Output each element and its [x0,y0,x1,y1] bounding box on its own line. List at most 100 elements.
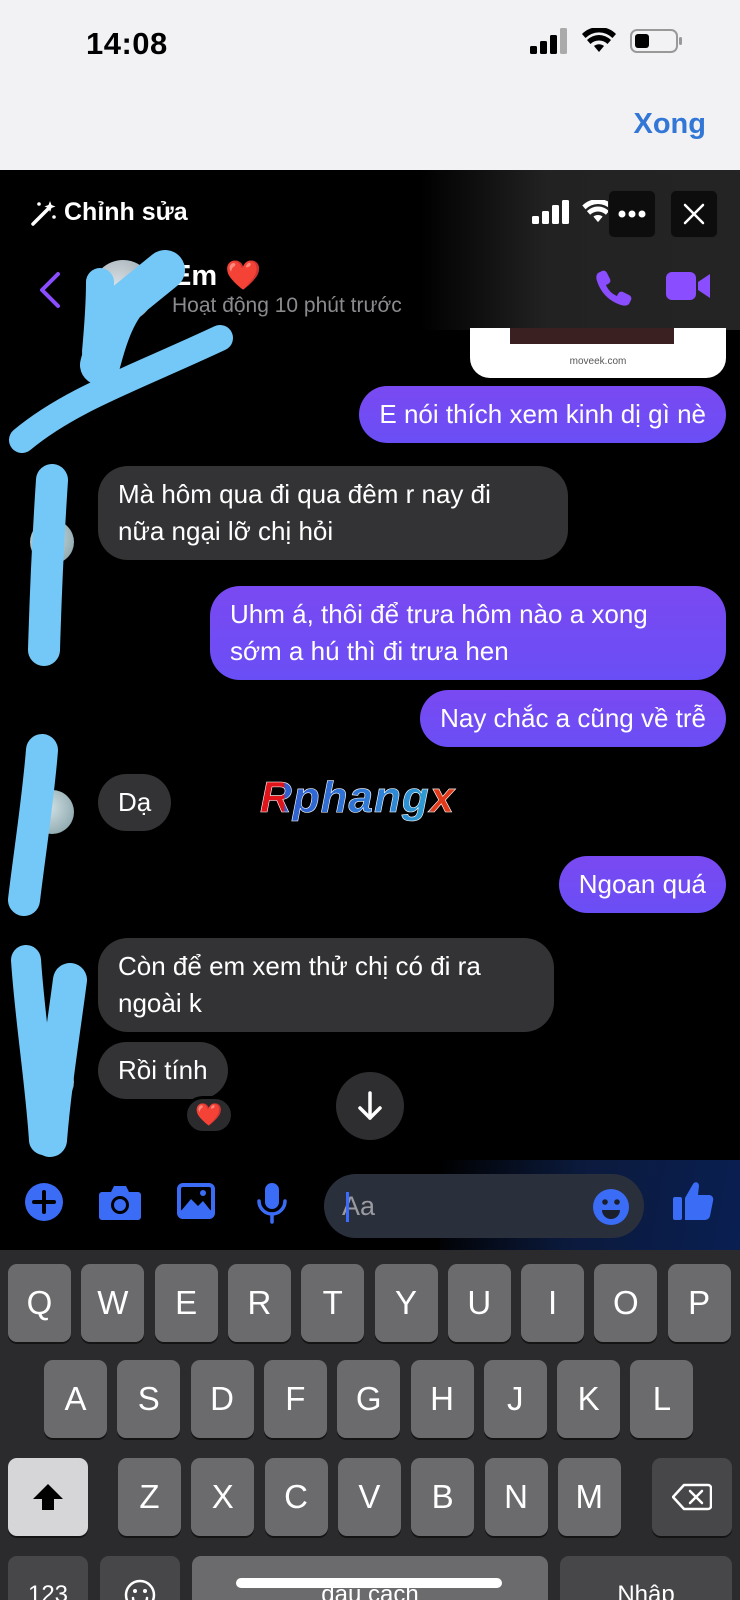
key-s[interactable]: S [117,1360,181,1438]
call-button[interactable] [594,268,634,313]
camera-button[interactable] [98,1182,142,1227]
key-q[interactable]: Q [8,1264,71,1342]
back-button[interactable] [38,270,62,315]
svg-text:Rphangx: Rphangx [260,773,456,822]
key-r[interactable]: R [227,1264,291,1342]
emoji-button[interactable] [592,1188,630,1231]
phone-icon [596,270,632,306]
message-bubble-incoming[interactable]: Dạ [98,774,172,831]
video-call-button[interactable] [666,270,712,307]
numbers-key[interactable]: 123 [8,1556,88,1600]
key-m[interactable]: M [557,1458,621,1536]
message-composer [0,1160,740,1250]
signal-icon [532,200,569,224]
mic-button[interactable] [256,1182,288,1229]
message-bubble-outgoing[interactable]: Ngoan quá [558,856,726,913]
message-bubble-incoming[interactable]: Mà hôm qua đi qua đêm r nay đi nữa ngại … [98,466,568,560]
message-input[interactable] [342,1174,562,1238]
video-icon [666,272,710,300]
signal-icon [530,28,567,54]
heart-emoji: ❤️ [225,258,262,292]
back-chevron-icon [40,272,60,308]
key-j[interactable]: J [483,1360,547,1438]
more-icon [618,210,646,218]
edit-label: Chỉnh sửa [64,198,188,226]
edit-button[interactable]: Chỉnh sửa [30,198,188,227]
done-button[interactable]: Xong [634,108,707,141]
key-a[interactable]: A [44,1360,107,1438]
link-preview-url: moveek.com [569,356,627,367]
key-x[interactable]: X [191,1458,255,1536]
mic-icon [257,1183,287,1224]
text-caret [346,1192,349,1222]
battery-icon [630,29,682,53]
wifi-icon [582,28,616,52]
thumbs-up-icon [673,1182,714,1220]
home-indicator [236,1578,502,1588]
key-d[interactable]: D [190,1360,254,1438]
return-key[interactable]: Nhập [560,1556,732,1600]
message-input-wrapper [324,1174,644,1238]
key-t[interactable]: T [301,1264,365,1342]
shift-key[interactable] [8,1458,88,1536]
key-g[interactable]: G [337,1360,401,1438]
message-bubble-outgoing[interactable]: E nói thích xem kinh dị gì nè [359,386,726,443]
image-button[interactable] [176,1182,216,1225]
heart-reaction[interactable]: ❤️ [184,1096,234,1134]
arrow-down-icon [358,1091,382,1120]
plus-icon [25,1183,63,1221]
backspace-key[interactable] [652,1458,732,1536]
watermark-text: Rphangx [260,773,456,823]
close-icon [683,203,705,225]
contact-status: Hoạt động 10 phút trước [172,294,402,317]
key-b[interactable]: B [411,1458,475,1536]
emoji-key[interactable] [100,1556,180,1600]
key-p[interactable]: P [667,1264,731,1342]
magic-wand-icon [31,200,56,226]
camera-icon [99,1186,141,1220]
message-bubble-outgoing[interactable]: Uhm á, thôi để trưa hôm nào a xong sớm a… [210,586,726,680]
key-e[interactable]: E [154,1264,218,1342]
message-bubble-outgoing[interactable]: Nay chắc a cũng về trễ [420,690,726,747]
contact-name-text: Em [172,260,218,292]
key-z[interactable]: Z [118,1458,181,1536]
close-button[interactable] [670,190,718,238]
outer-top-bar: 14:08 Xong [0,0,740,170]
link-preview-image [510,328,674,344]
image-icon [177,1183,215,1219]
inner-status-bar: Chỉnh sửa [0,170,740,256]
contact-avatar[interactable] [92,260,154,322]
key-l[interactable]: L [630,1360,694,1438]
shift-icon [33,1484,63,1510]
inner-status-icons [532,200,614,224]
chat-header: Em ❤️ Hoạt động 10 phút trước [0,256,740,328]
message-avatar [30,1060,74,1104]
key-h[interactable]: H [410,1360,474,1438]
key-u[interactable]: U [447,1264,511,1342]
plus-button[interactable] [24,1182,64,1227]
emoji-icon [124,1579,156,1600]
key-y[interactable]: Y [374,1264,438,1342]
emoji-icon [593,1189,629,1225]
message-bubble-incoming[interactable]: Còn để em xem thử chị có đi ra ngoài k [98,938,554,1032]
key-c[interactable]: C [264,1458,328,1536]
key-n[interactable]: N [484,1458,548,1536]
key-k[interactable]: K [557,1360,621,1438]
status-icons [530,28,684,54]
like-button[interactable] [672,1180,714,1227]
message-bubble-incoming[interactable]: Rồi tính [98,1042,228,1099]
message-avatar [30,790,74,834]
status-time: 14:08 [86,26,168,61]
more-button[interactable] [608,190,656,238]
key-f[interactable]: F [263,1360,327,1438]
message-avatar [30,520,74,564]
reaction-emoji: ❤️ [195,1102,223,1128]
key-w[interactable]: W [81,1264,145,1342]
key-v[interactable]: V [337,1458,401,1536]
link-preview-card[interactable]: moveek.com [470,328,726,378]
scroll-to-bottom-button[interactable] [336,1072,404,1140]
contact-name[interactable]: Em ❤️ [172,258,261,293]
key-i[interactable]: I [521,1264,585,1342]
key-o[interactable]: O [594,1264,658,1342]
backspace-icon [672,1483,712,1511]
